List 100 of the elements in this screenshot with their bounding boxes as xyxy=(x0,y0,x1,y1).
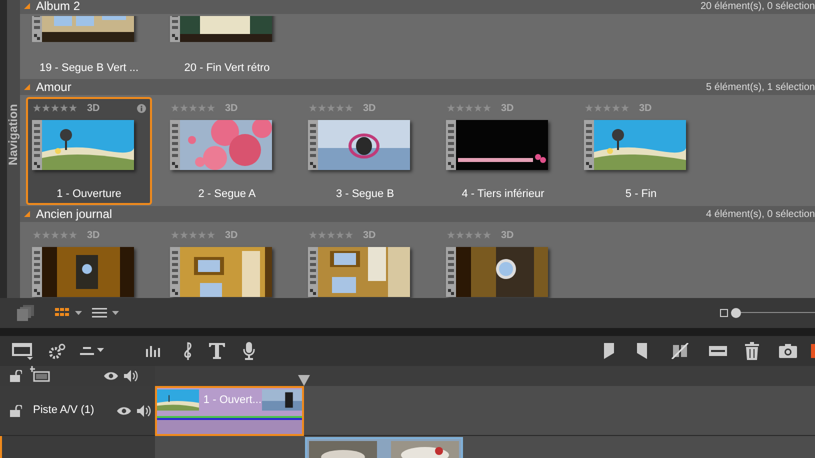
star-icon[interactable] xyxy=(69,231,77,239)
star-icon[interactable] xyxy=(180,231,188,239)
star-icon[interactable] xyxy=(456,231,464,239)
star-icon[interactable] xyxy=(171,104,179,112)
stack-icon[interactable] xyxy=(17,305,35,321)
star-icon[interactable] xyxy=(198,231,206,239)
star-icon[interactable] xyxy=(456,104,464,112)
star-icon[interactable] xyxy=(345,104,353,112)
star-rating[interactable] xyxy=(447,104,491,112)
template-card[interactable]: 3D 3 - Segue B xyxy=(302,97,428,205)
track-header[interactable]: Piste A/V (1) xyxy=(0,386,155,435)
template-name[interactable]: 4 - Tiers inférieur xyxy=(462,186,544,202)
star-icon[interactable] xyxy=(180,104,188,112)
template-card[interactable]: 20 - Fin Vert rétro xyxy=(164,14,290,78)
template-card[interactable]: 19 - Segue B Vert ... xyxy=(26,14,152,78)
marker-out-icon[interactable] xyxy=(637,343,647,359)
star-icon[interactable] xyxy=(51,231,59,239)
star-icon[interactable] xyxy=(60,231,68,239)
star-icon[interactable] xyxy=(207,231,215,239)
trash-icon[interactable] xyxy=(745,342,759,360)
camera-icon[interactable] xyxy=(779,344,797,358)
star-icon[interactable] xyxy=(483,231,491,239)
track-options-icon[interactable] xyxy=(80,345,104,357)
trim-icon[interactable] xyxy=(709,346,727,356)
gear-icon[interactable] xyxy=(48,343,66,359)
star-icon[interactable] xyxy=(309,104,317,112)
expanded-triangle-icon[interactable] xyxy=(24,84,30,90)
star-icon[interactable] xyxy=(336,231,344,239)
lock-icon[interactable] xyxy=(10,404,22,416)
star-icon[interactable] xyxy=(69,104,77,112)
star-icon[interactable] xyxy=(474,231,482,239)
section-header[interactable]: Album 2 20 élément(s), 0 sélection xyxy=(20,0,815,14)
star-icon[interactable] xyxy=(336,104,344,112)
speaker-icon[interactable] xyxy=(137,404,152,416)
star-icon[interactable] xyxy=(345,231,353,239)
star-icon[interactable] xyxy=(465,104,473,112)
template-name[interactable]: 19 - Segue B Vert ... xyxy=(39,60,139,76)
star-icon[interactable] xyxy=(33,231,41,239)
star-icon[interactable] xyxy=(318,231,326,239)
star-icon[interactable] xyxy=(189,104,197,112)
audio-mixer-icon[interactable] xyxy=(146,345,162,357)
microphone-icon[interactable] xyxy=(243,342,255,360)
star-icon[interactable] xyxy=(621,104,629,112)
caret-icon[interactable] xyxy=(112,311,119,315)
expanded-triangle-icon[interactable] xyxy=(24,3,30,9)
star-icon[interactable] xyxy=(612,104,620,112)
star-icon[interactable] xyxy=(171,231,179,239)
section-header[interactable]: Ancien journal 4 élément(s), 0 sélection xyxy=(20,206,815,222)
eye-icon[interactable] xyxy=(117,406,132,416)
star-icon[interactable] xyxy=(585,104,593,112)
star-icon[interactable] xyxy=(474,104,482,112)
star-icon[interactable] xyxy=(327,231,335,239)
template-name[interactable]: 1 - Ouverture xyxy=(56,186,122,202)
star-icon[interactable] xyxy=(42,104,50,112)
star-rating[interactable] xyxy=(33,231,77,239)
star-icon[interactable] xyxy=(318,104,326,112)
template-name[interactable]: 3 - Segue B xyxy=(336,186,394,202)
template-name[interactable]: 5 - Fin xyxy=(625,186,657,202)
template-card[interactable]: 3D 1 - Ouverture xyxy=(26,97,152,205)
title-icon[interactable] xyxy=(209,343,225,359)
star-rating[interactable] xyxy=(33,104,77,112)
splitter-bar[interactable] xyxy=(0,328,815,336)
list-view-button[interactable] xyxy=(92,308,119,318)
star-rating[interactable] xyxy=(171,104,215,112)
split-icon[interactable] xyxy=(671,343,689,359)
star-rating[interactable] xyxy=(171,231,215,239)
star-icon[interactable] xyxy=(447,104,455,112)
star-icon[interactable] xyxy=(198,104,206,112)
caret-icon[interactable] xyxy=(75,311,82,315)
lock-icon[interactable] xyxy=(10,370,22,382)
template-card[interactable]: 3D 5 - Fin xyxy=(578,97,704,205)
zoom-slider[interactable] xyxy=(731,308,815,318)
eye-icon[interactable] xyxy=(104,371,118,381)
star-rating[interactable] xyxy=(447,231,491,239)
star-icon[interactable] xyxy=(51,104,59,112)
star-icon[interactable] xyxy=(42,231,50,239)
star-icon[interactable] xyxy=(207,104,215,112)
star-icon[interactable] xyxy=(309,231,317,239)
grid-view-button[interactable] xyxy=(55,308,82,318)
star-icon[interactable] xyxy=(594,104,602,112)
speaker-icon[interactable] xyxy=(124,370,138,382)
info-icon[interactable] xyxy=(137,104,146,112)
star-icon[interactable] xyxy=(33,104,41,112)
star-icon[interactable] xyxy=(327,104,335,112)
star-rating[interactable] xyxy=(585,104,629,112)
template-card[interactable]: 3D 2 - Segue A xyxy=(164,97,290,205)
star-rating[interactable] xyxy=(309,104,353,112)
template-name[interactable]: 2 - Segue A xyxy=(198,186,256,202)
template-name[interactable]: 20 - Fin Vert rétro xyxy=(184,60,270,76)
star-icon[interactable] xyxy=(447,231,455,239)
star-icon[interactable] xyxy=(60,104,68,112)
expanded-triangle-icon[interactable] xyxy=(24,211,30,217)
monitor-icon[interactable] xyxy=(12,342,34,360)
marker-in-icon[interactable] xyxy=(604,343,614,359)
record-icon[interactable] xyxy=(811,344,815,358)
add-track-icon[interactable] xyxy=(30,366,50,382)
section-header[interactable]: Amour 5 élément(s), 1 sélection xyxy=(20,79,815,95)
music-note-icon[interactable] xyxy=(182,341,194,361)
star-icon[interactable] xyxy=(465,231,473,239)
star-icon[interactable] xyxy=(189,231,197,239)
